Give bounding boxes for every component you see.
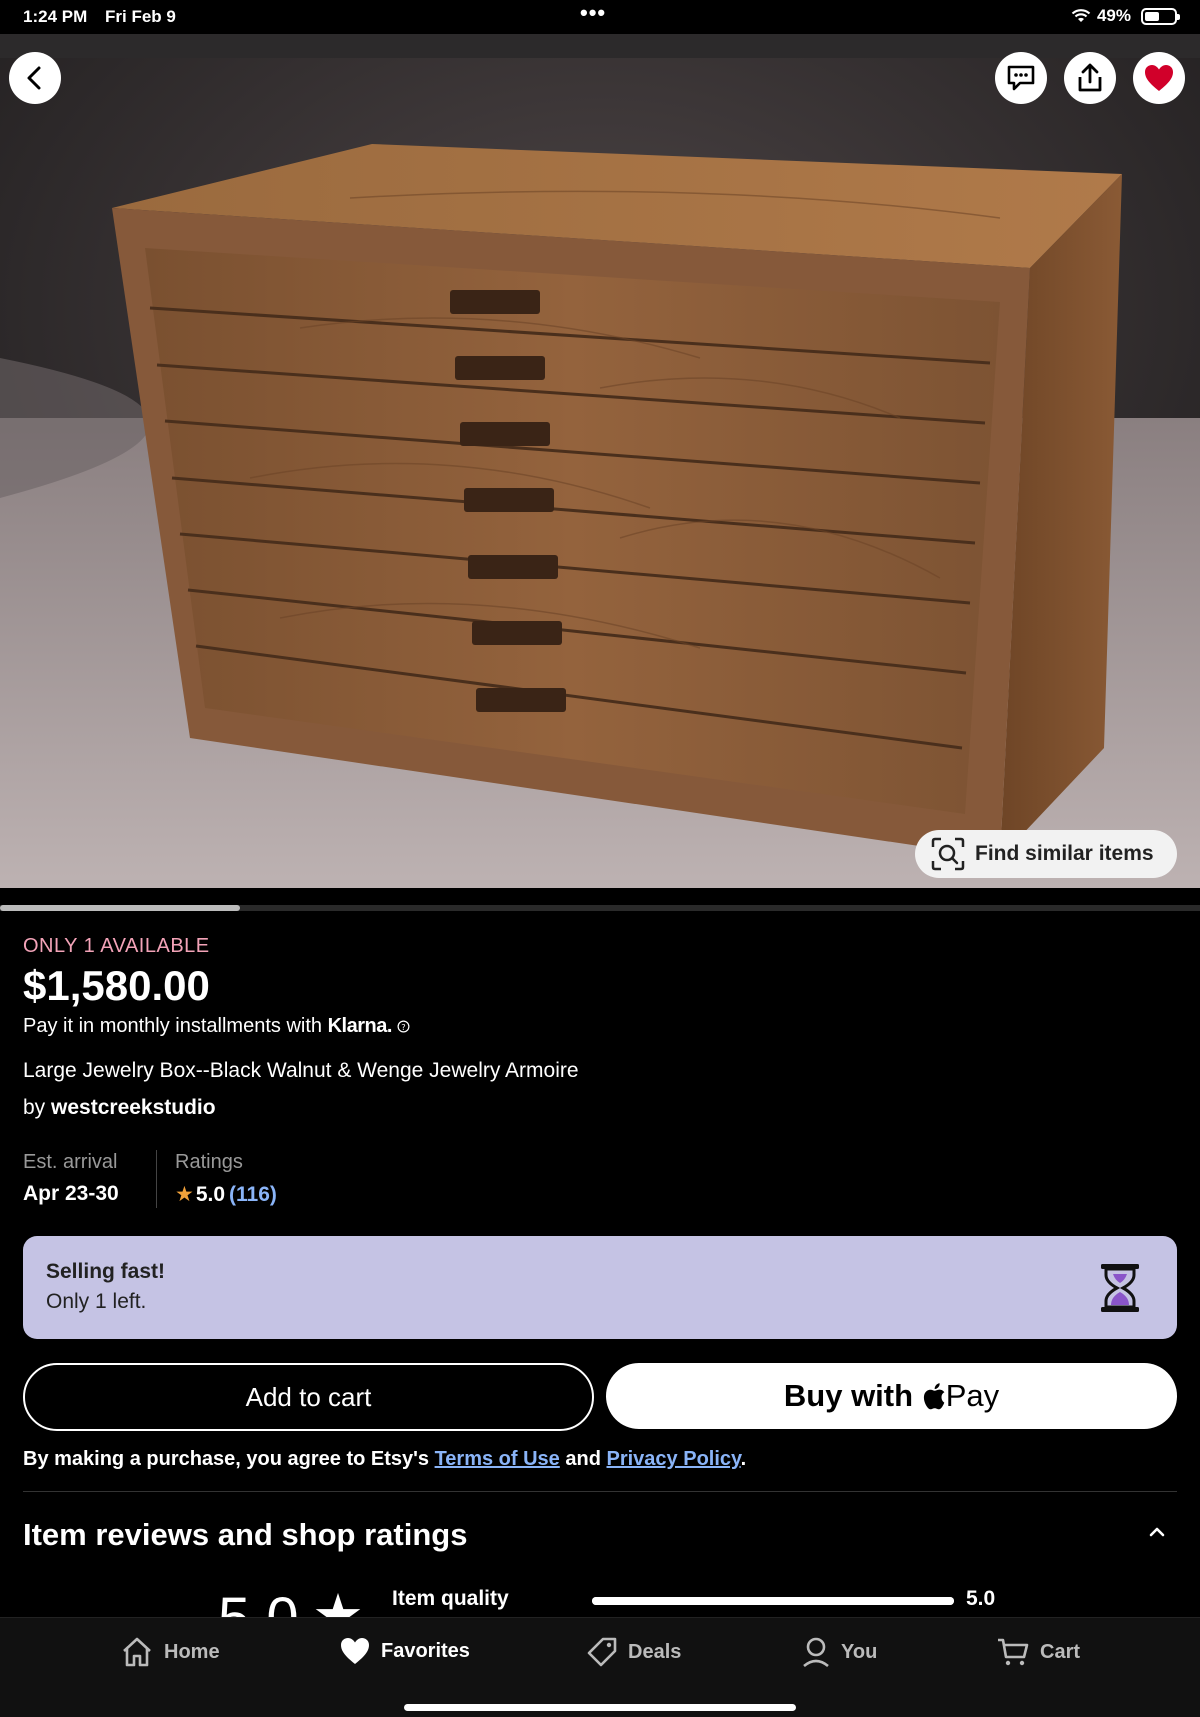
legal-and: and <box>565 1448 601 1470</box>
heart-icon <box>1145 65 1173 91</box>
heart-icon <box>341 1638 369 1664</box>
chat-icon <box>1007 65 1035 91</box>
star-icon: ★ <box>312 1585 364 1617</box>
battery-icon <box>1141 7 1180 25</box>
rating-value: 5.0 <box>195 1182 226 1206</box>
tab-you-label: You <box>841 1640 878 1663</box>
tag-icon <box>587 1637 617 1667</box>
find-similar-items-button[interactable]: Find similar items <box>915 830 1177 878</box>
back-button[interactable] <box>9 52 61 104</box>
product-title: Large Jewelry Box--Black Walnut & Wenge … <box>23 1059 579 1082</box>
legal-prefix: By making a purchase, you agree to Etsy'… <box>23 1448 430 1470</box>
tab-home[interactable]: Home <box>120 1636 220 1668</box>
apple-logo-icon <box>923 1383 945 1410</box>
info-icon[interactable]: ? <box>397 1020 410 1033</box>
pay-label: Pay <box>945 1378 1000 1413</box>
chevron-up-icon[interactable] <box>1147 1525 1167 1539</box>
banner-subtitle: Only 1 left. <box>46 1290 147 1313</box>
person-icon <box>803 1637 829 1668</box>
hourglass-icon <box>1101 1264 1139 1312</box>
terms-of-use-link[interactable]: Terms of Use <box>435 1448 560 1470</box>
tab-you[interactable]: You <box>801 1636 877 1668</box>
tab-deals-label: Deals <box>628 1640 682 1663</box>
ratings-label: Ratings <box>175 1151 243 1173</box>
by-prefix: by <box>23 1096 46 1119</box>
shop-byline[interactable]: by westcreekstudio <box>23 1096 216 1120</box>
home-indicator[interactable] <box>404 1704 796 1711</box>
bottom-tab-bar: Home Favorites Deals You Cart <box>0 1617 1200 1717</box>
klarna-logo: Klarna. <box>327 1015 393 1037</box>
cart-icon <box>998 1638 1029 1666</box>
tab-cart[interactable]: Cart <box>996 1636 1080 1668</box>
tab-favorites-label: Favorites <box>381 1639 470 1662</box>
klarna-installments[interactable]: Pay it in monthly installments with Klar… <box>23 1015 410 1038</box>
apple-pay-button[interactable]: Buy with Pay <box>606 1363 1177 1429</box>
price: $1,580.00 <box>23 962 210 1009</box>
ratings-summary[interactable]: ★ 5.0 (116) <box>175 1182 277 1207</box>
add-to-cart-button[interactable]: Add to cart <box>23 1363 594 1431</box>
legal-suffix: . <box>740 1448 747 1470</box>
tab-deals[interactable]: Deals <box>586 1636 681 1668</box>
item-quality-value: 5.0 <box>966 1587 996 1610</box>
product-photo-jewelry-box <box>0 58 1200 888</box>
availability-label: ONLY 1 AVAILABLE <box>23 935 210 957</box>
favorite-button[interactable] <box>1133 52 1185 104</box>
svg-text:?: ? <box>402 1022 406 1032</box>
home-icon <box>123 1637 151 1667</box>
shop-name-link[interactable]: westcreekstudio <box>51 1096 216 1119</box>
rating-count-link[interactable]: (116) <box>229 1183 277 1207</box>
arrival-label: Est. arrival <box>23 1151 118 1173</box>
overall-rating: 5.0 <box>218 1585 299 1617</box>
item-quality-label: Item quality <box>392 1587 509 1610</box>
item-quality-bar <box>592 1597 954 1605</box>
reviews-section-heading[interactable]: Item reviews and shop ratings <box>23 1517 467 1553</box>
reviews-summary-row: 5.0 ★ Item quality 5.0 <box>0 1585 1200 1617</box>
klarna-text: Pay it in monthly installments with <box>23 1015 323 1037</box>
status-date: Fri Feb 9 <box>105 7 176 26</box>
battery-percent: 49% <box>1096 6 1131 25</box>
chevron-left-icon <box>27 66 41 90</box>
status-bar: 1:24 PM Fri Feb 9 ••• 49% <box>0 0 1200 34</box>
product-image-gallery[interactable] <box>0 34 1200 888</box>
meta-divider <box>156 1150 157 1208</box>
find-similar-label: Find similar items <box>975 842 1154 865</box>
purchase-legal-text: By making a purchase, you agree to Etsy'… <box>23 1448 746 1471</box>
wifi-icon <box>1071 9 1091 22</box>
buy-with-label: Buy with <box>783 1378 914 1413</box>
privacy-policy-link[interactable]: Privacy Policy <box>607 1448 741 1470</box>
gallery-progress <box>0 905 1200 911</box>
tab-cart-label: Cart <box>1040 1640 1081 1663</box>
status-indicators: 49% <box>1071 6 1180 26</box>
star-icon: ★ <box>175 1183 194 1206</box>
share-button[interactable] <box>1064 52 1116 104</box>
section-divider <box>23 1491 1177 1492</box>
banner-title: Selling fast! <box>46 1260 166 1283</box>
share-icon <box>1078 63 1102 92</box>
multitasking-dots-icon[interactable]: ••• <box>580 0 606 26</box>
message-button[interactable] <box>995 52 1047 104</box>
visual-search-icon <box>931 837 965 871</box>
arrival-value: Apr 23-30 <box>23 1182 119 1205</box>
selling-fast-banner: Selling fast! Only 1 left. <box>23 1236 1177 1339</box>
tab-favorites[interactable]: Favorites <box>339 1636 470 1666</box>
status-time: 1:24 PM <box>23 7 88 26</box>
tab-home-label: Home <box>164 1640 220 1663</box>
